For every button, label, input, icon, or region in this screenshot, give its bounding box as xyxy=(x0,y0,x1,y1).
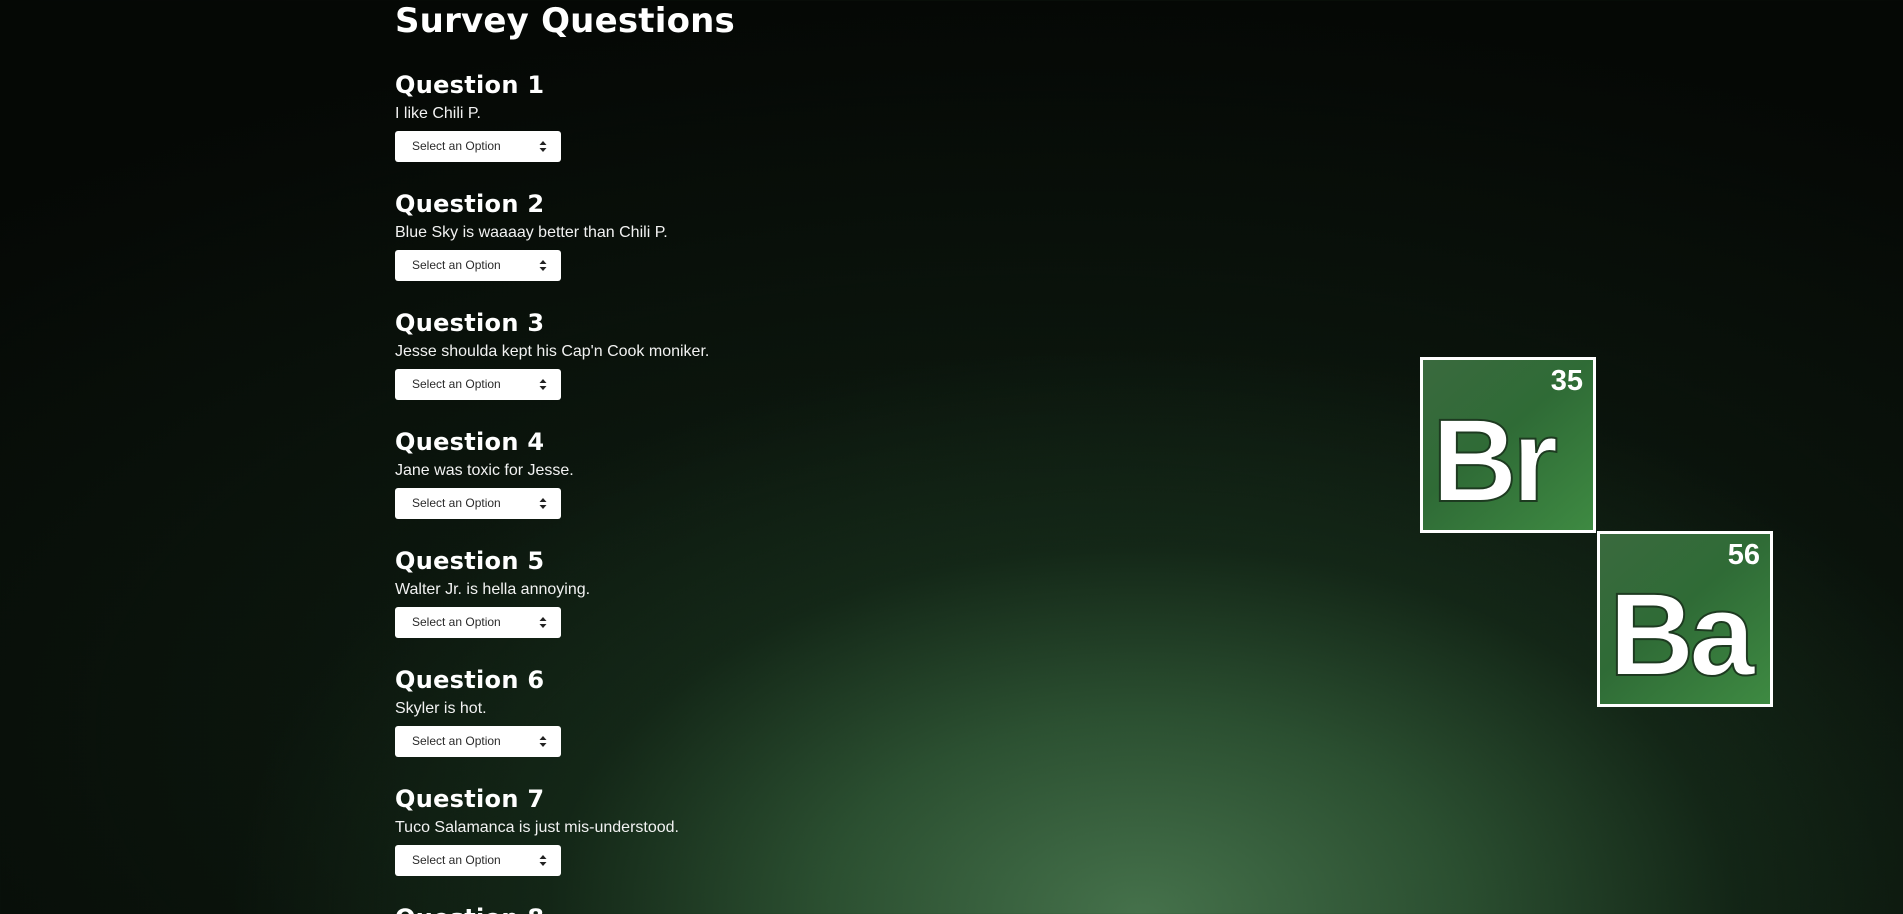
sort-updown-icon xyxy=(539,736,547,747)
answer-select[interactable]: Select an Option xyxy=(395,488,561,519)
question-heading: Question 8 xyxy=(395,904,1095,914)
question-text: Jane was toxic for Jesse. xyxy=(395,462,574,479)
sort-updown-icon xyxy=(539,498,547,509)
question-3: Question 3 Jesse shoulda kept his Cap'n … xyxy=(395,309,1095,400)
sort-updown-icon xyxy=(539,260,547,271)
sort-updown-icon xyxy=(539,855,547,866)
question-heading: Question 1 xyxy=(395,71,545,99)
select-value: Select an Option xyxy=(412,139,501,153)
question-heading: Question 6 xyxy=(395,666,545,694)
answer-select[interactable]: Select an Option xyxy=(395,845,561,876)
question-1: Question 1 I like Chili P. Select an Opt… xyxy=(395,71,1095,162)
element-symbol: Br xyxy=(1431,395,1559,527)
element-tile-br: 35 Br xyxy=(1420,357,1596,533)
sort-updown-icon xyxy=(539,379,547,390)
element-symbol: Ba xyxy=(1608,569,1756,701)
answer-select[interactable]: Select an Option xyxy=(395,250,561,281)
select-value: Select an Option xyxy=(412,734,501,748)
select-value: Select an Option xyxy=(412,258,501,272)
question-heading: Question 7 xyxy=(395,785,545,813)
select-value: Select an Option xyxy=(412,496,501,510)
question-4: Question 4 Jane was toxic for Jesse. Sel… xyxy=(395,428,1095,519)
question-text: Blue Sky is waaaay better than Chili P. xyxy=(395,224,668,241)
survey-container: Survey Questions Question 1 I like Chili… xyxy=(395,0,1095,914)
question-8: Question 8 xyxy=(395,904,1095,914)
question-7: Question 7 Tuco Salamanca is just mis-un… xyxy=(395,785,1095,876)
question-5: Question 5 Walter Jr. is hella annoying.… xyxy=(395,547,1095,638)
question-text: Skyler is hot. xyxy=(395,700,487,717)
answer-select[interactable]: Select an Option xyxy=(395,607,561,638)
sort-updown-icon xyxy=(539,617,547,628)
atomic-number: 35 xyxy=(1550,365,1583,397)
atomic-number: 56 xyxy=(1727,539,1760,571)
question-2: Question 2 Blue Sky is waaaay better tha… xyxy=(395,190,1095,281)
question-heading: Question 5 xyxy=(395,547,545,575)
question-text: Walter Jr. is hella annoying. xyxy=(395,581,591,598)
select-value: Select an Option xyxy=(412,377,501,391)
element-tile-ba: 56 Ba xyxy=(1597,531,1773,707)
answer-select[interactable]: Select an Option xyxy=(395,131,561,162)
sort-updown-icon xyxy=(539,141,547,152)
question-text: Jesse shoulda kept his Cap'n Cook monike… xyxy=(395,343,710,360)
select-value: Select an Option xyxy=(412,615,501,629)
select-value: Select an Option xyxy=(412,853,501,867)
question-text: Tuco Salamanca is just mis-understood. xyxy=(395,819,679,836)
question-text: I like Chili P. xyxy=(395,105,481,122)
page-title: Survey Questions xyxy=(395,1,735,41)
question-heading: Question 3 xyxy=(395,309,545,337)
question-heading: Question 2 xyxy=(395,190,545,218)
answer-select[interactable]: Select an Option xyxy=(395,726,561,757)
answer-select[interactable]: Select an Option xyxy=(395,369,561,400)
question-heading: Question 4 xyxy=(395,428,545,456)
question-6: Question 6 Skyler is hot. Select an Opti… xyxy=(395,666,1095,757)
breaking-bad-logo: 35 Br 56 Ba xyxy=(1420,357,1773,709)
